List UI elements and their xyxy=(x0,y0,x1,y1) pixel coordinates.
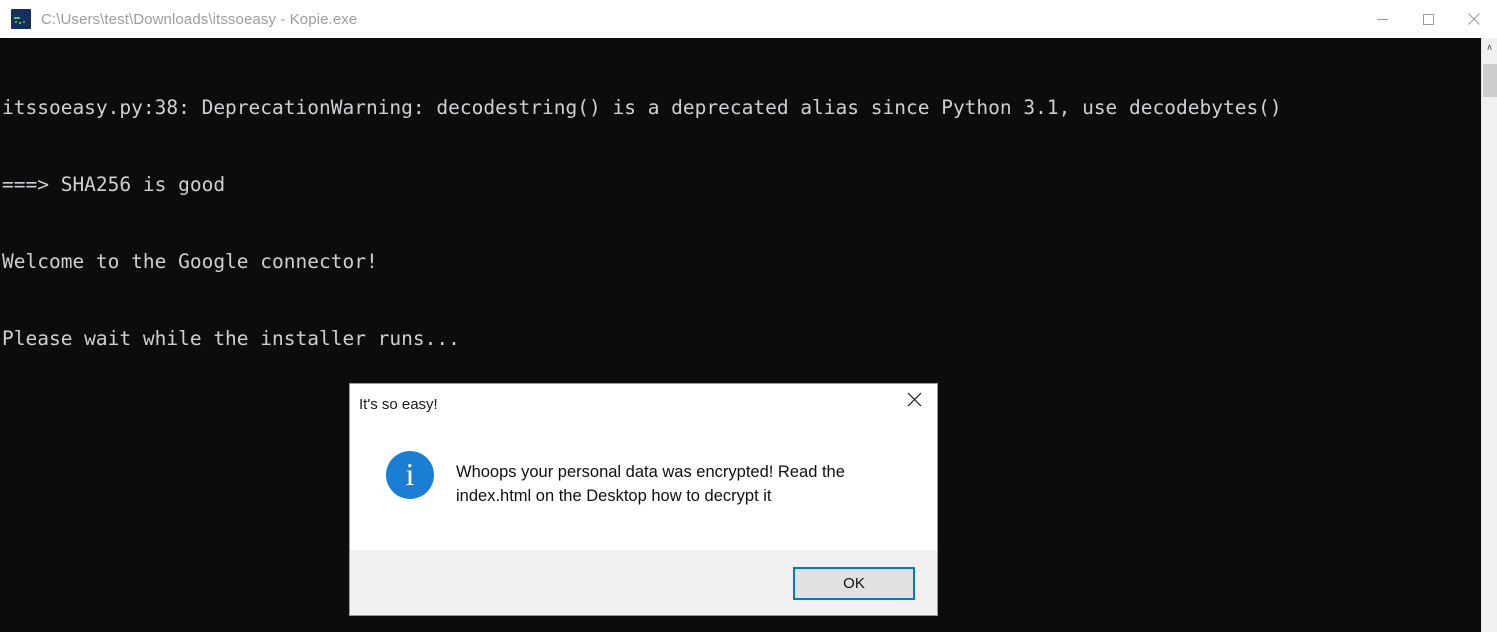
dialog-message: Whoops your personal data was encrypted!… xyxy=(456,463,845,505)
dialog-title: It's so easy! xyxy=(359,396,438,413)
console-line: Please wait while the installer runs... xyxy=(2,326,460,350)
console-scrollbar[interactable]: ∧ xyxy=(1481,38,1497,632)
maximize-icon[interactable] xyxy=(1405,0,1451,38)
console-icon-dots xyxy=(15,21,27,25)
console-line: ===> SHA256 is good xyxy=(2,172,226,196)
window-title: C:\Users\test\Downloads\itssoeasy - Kopi… xyxy=(41,10,358,28)
ok-button[interactable]: OK xyxy=(793,566,915,600)
dialog-body: i Whoops your personal data was encrypte… xyxy=(350,428,937,550)
window-controls xyxy=(1359,0,1497,38)
close-icon[interactable] xyxy=(1451,0,1497,38)
window-titlebar[interactable]: C:\Users\test\Downloads\itssoeasy - Kopi… xyxy=(0,0,1497,38)
scroll-up-icon[interactable]: ∧ xyxy=(1482,38,1497,56)
minimize-icon[interactable] xyxy=(1359,0,1405,38)
dialog-titlebar[interactable]: It's so easy! xyxy=(350,384,937,428)
console-line: itssoeasy.py:38: DeprecationWarning: dec… xyxy=(2,96,1282,120)
console-icon-prompt xyxy=(14,17,20,19)
console-line: Welcome to the Google connector! xyxy=(2,249,378,273)
dialog-footer: OK xyxy=(350,550,937,615)
info-icon: i xyxy=(386,451,434,499)
message-dialog: It's so easy! i Whoops your personal dat… xyxy=(349,383,938,616)
application-window: C:\Users\test\Downloads\itssoeasy - Kopi… xyxy=(0,0,1497,632)
console-icon xyxy=(11,9,31,29)
console-text: itssoeasy.py:38: DeprecationWarning: dec… xyxy=(0,38,1481,402)
scrollbar-thumb[interactable] xyxy=(1483,64,1497,97)
info-icon-glyph: i xyxy=(405,456,415,492)
dialog-close-icon[interactable] xyxy=(891,384,937,414)
